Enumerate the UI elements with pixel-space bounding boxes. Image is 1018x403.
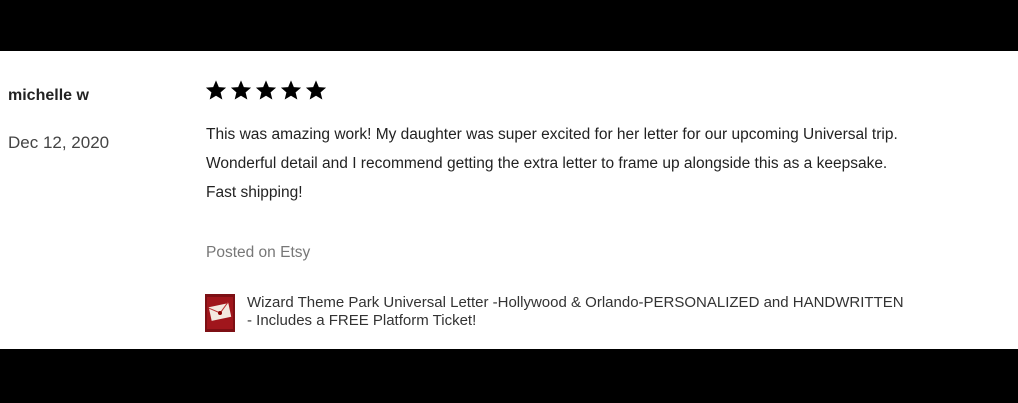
product-title-link[interactable]: Wizard Theme Park Universal Letter -Holl…	[247, 294, 907, 330]
review-card: michelle w Dec 12, 2020 This was amazing…	[0, 51, 1018, 349]
posted-on-label: Posted on Etsy	[206, 244, 311, 261]
review-text-line: This was amazing work! My daughter was s…	[206, 126, 898, 143]
star-rating	[205, 79, 327, 101]
star-icon	[255, 80, 277, 100]
top-black-bar	[0, 0, 1018, 51]
review-body: This was amazing work! My daughter was s…	[206, 126, 1006, 213]
review-date: Dec 12, 2020	[8, 133, 110, 152]
review-text-line: Fast shipping!	[206, 184, 303, 201]
star-icon	[230, 80, 252, 100]
reviewed-product-link[interactable]: Wizard Theme Park Universal Letter -Holl…	[205, 294, 907, 332]
review-text-line: Wonderful detail and I recommend getting…	[206, 155, 888, 172]
reviewer-name[interactable]: michelle w	[8, 87, 89, 105]
star-icon	[205, 80, 227, 100]
star-icon	[305, 80, 327, 100]
star-icon	[280, 80, 302, 100]
bottom-black-bar	[0, 349, 1018, 403]
letter-thumbnail-icon[interactable]	[205, 294, 235, 332]
